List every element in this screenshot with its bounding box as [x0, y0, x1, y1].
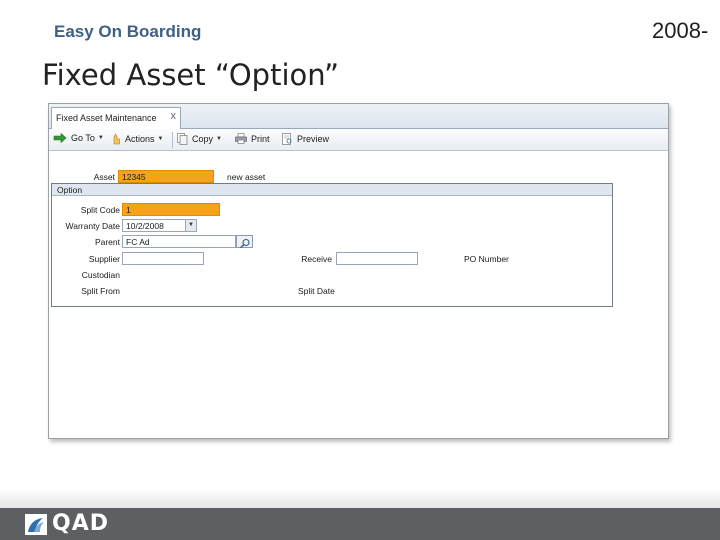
warranty-date-field[interactable]: 10/2/2008 ▼	[122, 219, 197, 232]
split-from-label: Split From	[81, 286, 120, 296]
tab-label: Fixed Asset Maintenance	[56, 113, 157, 123]
preview-button[interactable]: Preview	[282, 133, 329, 145]
supplier-field[interactable]	[122, 252, 204, 265]
po-number-label: PO Number	[464, 254, 509, 264]
split-date-label: Split Date	[298, 286, 335, 296]
slide-kicker: Easy On Boarding	[54, 22, 202, 41]
toolbar-divider	[172, 132, 173, 148]
chevron-down-icon[interactable]: ▼	[185, 220, 196, 231]
pointing-hand-icon	[113, 133, 120, 145]
chevron-down-icon: ▼	[216, 136, 222, 142]
toolbar: Go To ▼ Actions ▼ Copy ▼ Print Preview	[49, 129, 668, 151]
warranty-date-value: 10/2/2008	[126, 221, 164, 231]
chevron-down-icon: ▼	[157, 136, 164, 142]
actions-button[interactable]: Actions ▼	[111, 133, 163, 145]
copyright-year: 2008-	[652, 18, 709, 43]
option-group-title: Option	[52, 184, 612, 196]
tab-fixed-asset-maintenance[interactable]: Fixed Asset Maintenance x	[51, 107, 181, 129]
green-arrow-icon	[53, 133, 67, 143]
option-group: Option Split Code 1 Warranty Date 10/2/2…	[51, 183, 613, 307]
footer-bar: QAD	[0, 508, 720, 540]
asset-field[interactable]: 12345	[118, 170, 214, 183]
supplier-label: Supplier	[88, 254, 120, 264]
printer-icon	[235, 133, 247, 144]
split-code-label: Split Code	[80, 205, 120, 215]
preview-label: Preview	[297, 134, 330, 144]
actions-label: Actions	[125, 134, 155, 144]
close-icon[interactable]: x	[171, 110, 177, 122]
document-copy-icon	[177, 133, 188, 145]
copy-label: Copy	[192, 134, 214, 144]
preview-document-icon	[282, 133, 292, 145]
asset-description: new asset	[227, 172, 266, 182]
parent-field[interactable]: FC Ad	[122, 235, 236, 248]
slide-title: Fixed Asset “Option”	[42, 58, 340, 92]
copy-button[interactable]: Copy ▼	[177, 133, 222, 145]
magnifier-icon	[240, 238, 250, 249]
tab-strip: Fixed Asset Maintenance x	[49, 104, 668, 129]
parent-label: Parent	[94, 237, 120, 247]
custodian-label: Custodian	[81, 270, 120, 280]
receive-field[interactable]	[336, 252, 418, 265]
warranty-date-label: Warranty Date	[65, 221, 120, 231]
brand-name: QAD	[52, 511, 109, 536]
goto-label: Go To	[71, 133, 95, 143]
print-button[interactable]: Print	[235, 133, 270, 144]
qad-logo-icon	[25, 514, 47, 535]
footer-fade	[0, 488, 720, 508]
print-label: Print	[251, 133, 270, 144]
parent-lookup-button[interactable]	[236, 235, 253, 249]
goto-button[interactable]: Go To ▼	[53, 133, 104, 143]
app-window: Fixed Asset Maintenance x Go To ▼ Action…	[48, 103, 669, 439]
chevron-down-icon: ▼	[97, 135, 104, 141]
asset-label: Asset	[93, 172, 115, 182]
split-code-field[interactable]: 1	[122, 203, 220, 216]
receive-label: Receive	[301, 254, 332, 264]
